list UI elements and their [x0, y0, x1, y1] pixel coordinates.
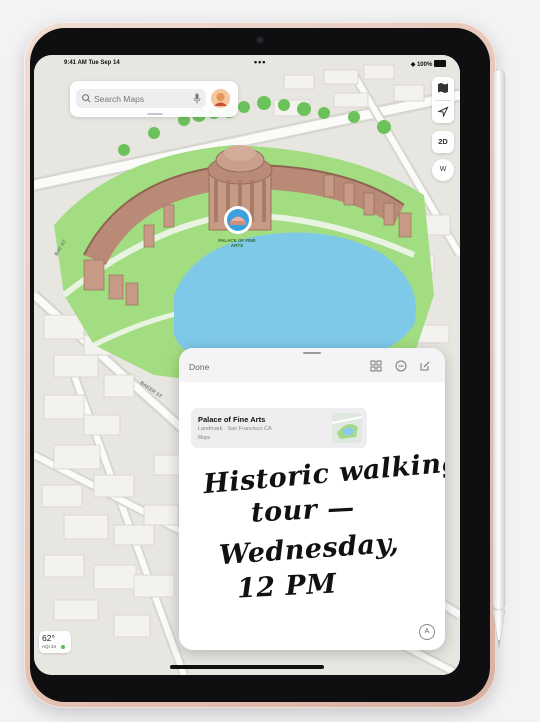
apple-pencil: [492, 70, 506, 649]
link-card[interactable]: Palace of Fine Arts Landmark · San Franc…: [191, 408, 367, 448]
aqi-label: AQI 34: [42, 644, 57, 649]
battery-icon: [434, 60, 446, 67]
2d-toggle-button[interactable]: 2D: [432, 131, 454, 153]
status-time: 9:41 AM Tue Sep 14: [64, 60, 120, 66]
link-subtitle: Landmark · San Francisco CA: [198, 426, 272, 432]
microphone-icon[interactable]: [193, 93, 201, 104]
front-camera: [256, 36, 264, 44]
handwriting-line: Historic walking: [202, 446, 445, 501]
status-right: ◆ 100%: [411, 60, 446, 68]
map-thumbnail: [332, 413, 362, 443]
quick-note[interactable]: Done Palace of Fine Arts Landmark · San …: [179, 348, 445, 650]
handwritten-note[interactable]: Historic walking tour — Wednesday, 12 PM: [189, 447, 445, 618]
search-icon: [82, 94, 91, 103]
handwriting-line: Wednesday,: [218, 527, 400, 572]
multitasking-dots[interactable]: •••: [254, 57, 266, 67]
battery-percent: 100%: [416, 62, 433, 68]
status-bar: 9:41 AM Tue Sep 14 ••• ◆ 100%: [34, 55, 460, 71]
markup-icon[interactable]: A: [419, 624, 435, 640]
ipad-screen: BAY ST BAKER ST PALACE OF FINE ARTS 9:41…: [34, 55, 460, 675]
handwriting-line: tour —: [250, 492, 356, 529]
done-button[interactable]: Done: [189, 362, 209, 372]
grid-icon[interactable]: [370, 360, 382, 372]
more-icon[interactable]: [395, 360, 407, 372]
weather-temp: 62°: [42, 633, 55, 643]
avatar[interactable]: [211, 89, 230, 108]
weather-widget[interactable]: 62° AQI 34: [39, 631, 71, 653]
note-toolbar: Done: [179, 348, 445, 382]
aqi-indicator: [61, 645, 65, 649]
link-title: Palace of Fine Arts: [198, 415, 266, 424]
map-controls: [432, 77, 454, 123]
poi-label[interactable]: PALACE OF FINE ARTS: [217, 238, 257, 248]
location-arrow-icon[interactable]: [432, 101, 454, 123]
compass-icon[interactable]: W: [432, 159, 454, 181]
map-mode-icon[interactable]: [432, 77, 454, 99]
search-input[interactable]: Search Maps: [94, 94, 144, 104]
handwriting-line: 12 PM: [236, 568, 338, 605]
compose-icon[interactable]: [419, 360, 431, 372]
link-source: Maps: [198, 435, 211, 441]
search-card: Search Maps: [70, 81, 238, 117]
note-grabber[interactable]: [303, 352, 321, 354]
sheet-grabber[interactable]: [147, 113, 163, 115]
search-field[interactable]: Search Maps: [76, 89, 206, 108]
home-indicator[interactable]: [170, 665, 324, 669]
